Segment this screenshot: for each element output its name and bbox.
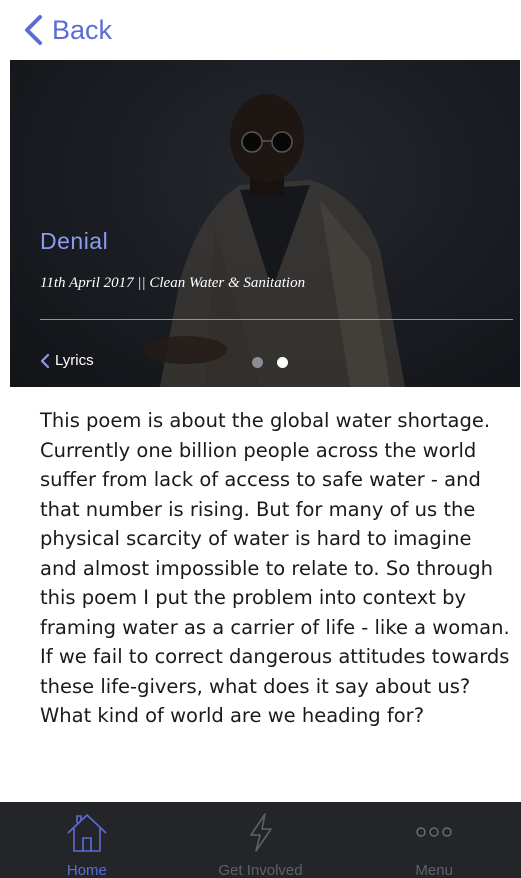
tab-get-involved-label: Get Involved <box>218 862 303 878</box>
hero-photo <box>10 60 520 387</box>
tab-menu-label: Menu <box>415 862 453 878</box>
page-dot-active[interactable] <box>277 357 288 368</box>
page-dot[interactable] <box>252 357 263 368</box>
back-button-label: Back <box>52 14 113 45</box>
tab-menu[interactable]: Menu <box>347 802 521 878</box>
back-button[interactable]: Back <box>22 14 112 46</box>
more-icon <box>416 827 452 837</box>
poem-title: Denial <box>40 228 109 254</box>
tab-home[interactable]: Home <box>0 802 174 878</box>
poem-date-category: 11th April 2017 || Clean Water & Sanitat… <box>40 275 306 291</box>
tab-get-involved[interactable]: Get Involved <box>174 802 348 878</box>
navigation-bar: Back <box>0 0 521 60</box>
lyrics-button-label: Lyrics <box>55 352 94 369</box>
chevron-left-icon <box>40 353 50 368</box>
poem-detail-screen: Back Denial 11th April 2017 || Clean Wat… <box>0 0 521 878</box>
hero-divider <box>40 319 513 320</box>
tab-bar: Home Get Involved Menu <box>0 802 521 878</box>
lightning-icon <box>249 813 272 852</box>
lyrics-button[interactable]: Lyrics <box>40 352 94 369</box>
chevron-left-icon <box>25 15 42 45</box>
home-icon <box>67 814 107 852</box>
page-indicator[interactable] <box>252 357 288 368</box>
poem-description: This poem is about the global water shor… <box>40 409 510 727</box>
tab-home-label: Home <box>66 862 107 878</box>
hero-carousel[interactable]: Denial 11th April 2017 || Clean Water & … <box>10 60 520 387</box>
